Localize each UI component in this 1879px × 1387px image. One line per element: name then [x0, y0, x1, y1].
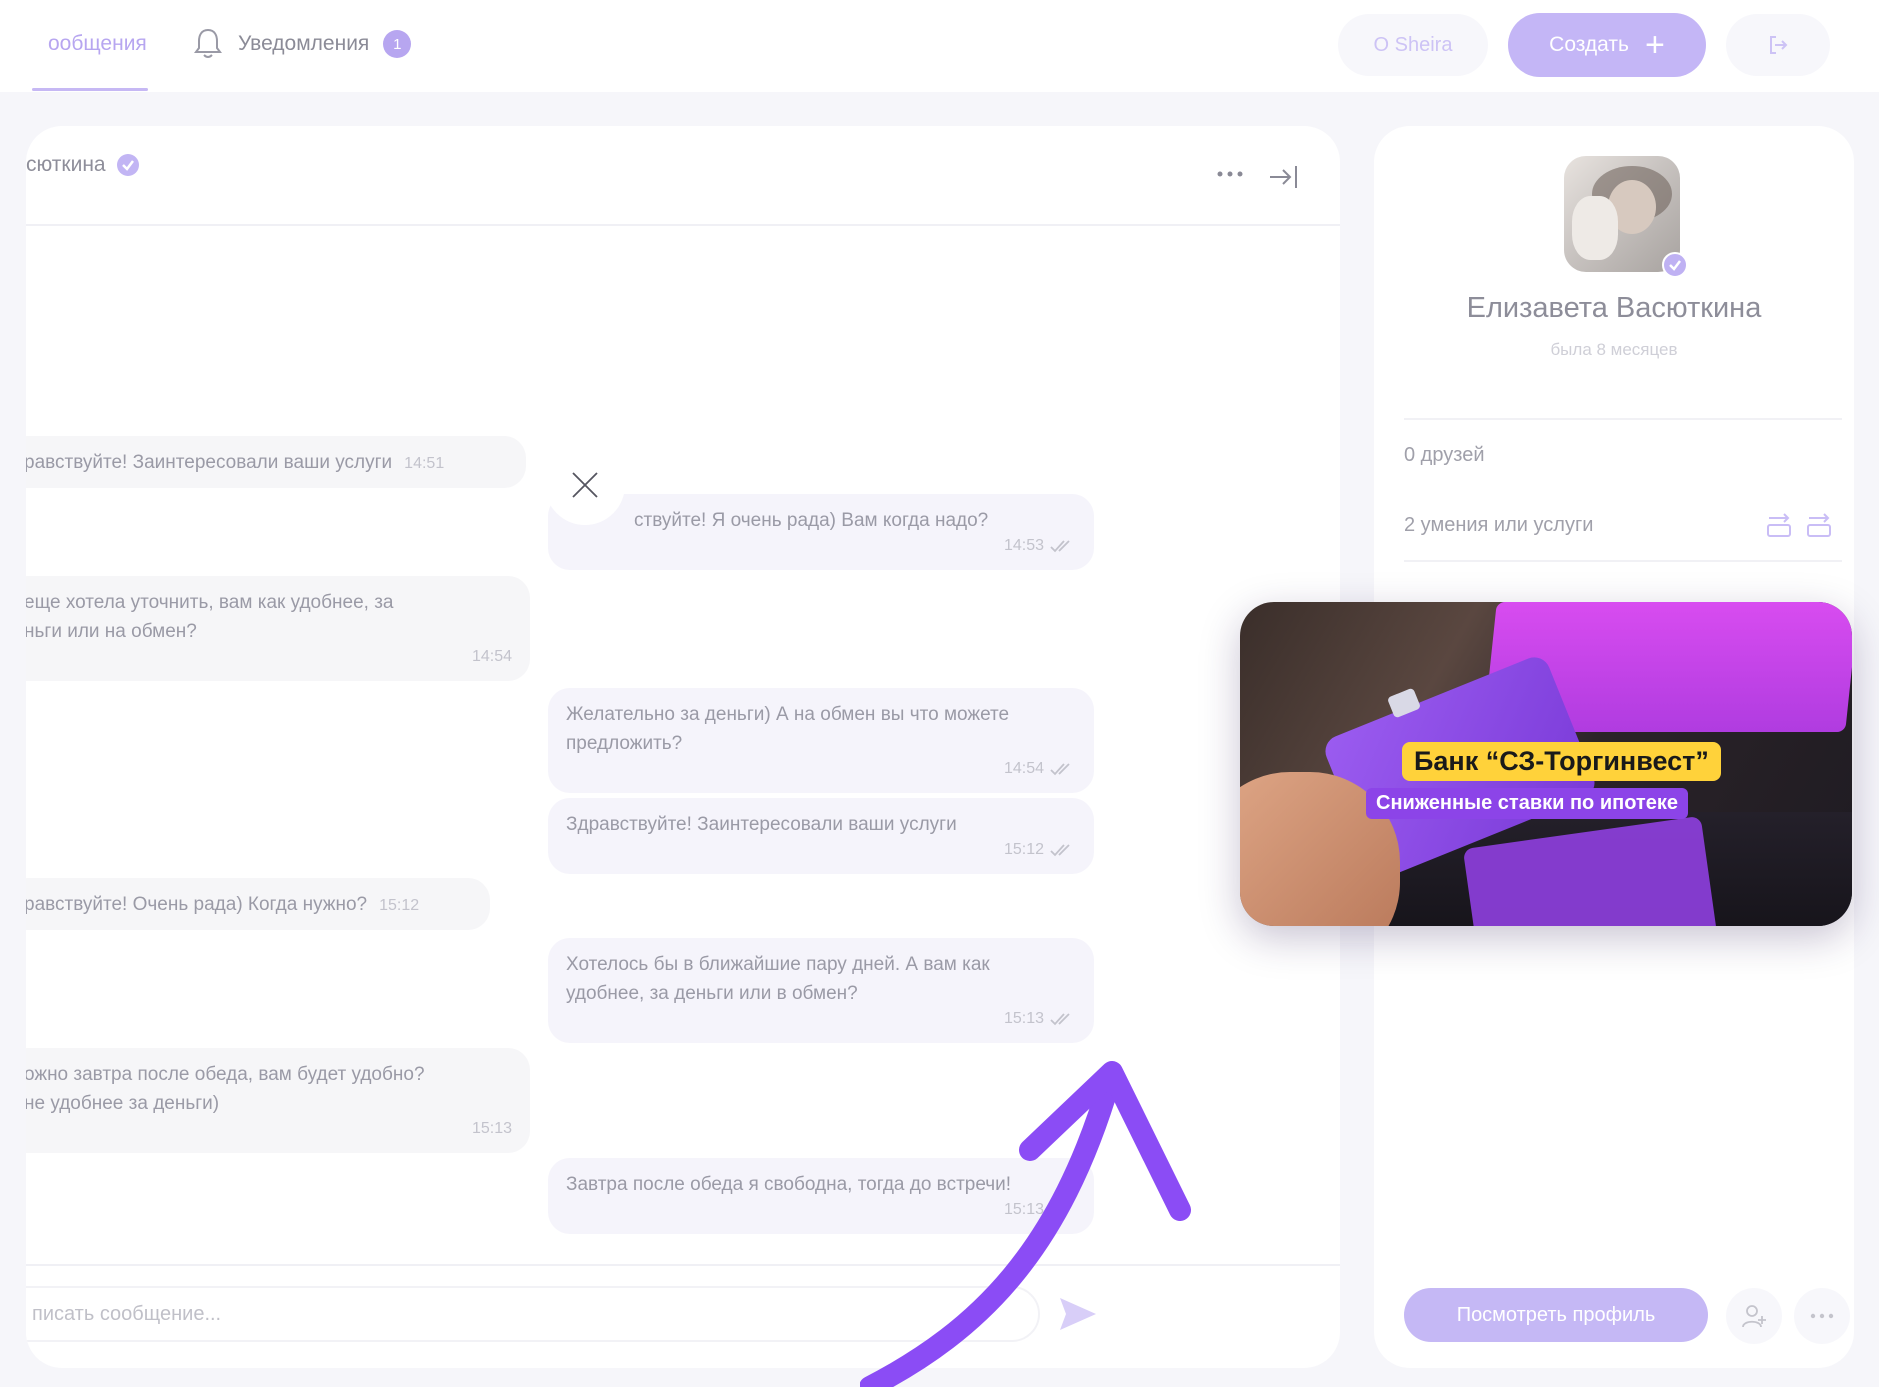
message-time: 14:53: [1003, 537, 1044, 554]
profile-last-seen: была 8 месяцев: [1550, 340, 1678, 359]
create-button[interactable]: Создать +: [1508, 13, 1706, 77]
chat-header-divider: [26, 224, 1340, 226]
collapse-panel-icon[interactable]: [1266, 162, 1302, 192]
message-text: равствуйте! Заинтересовали ваши услуги: [26, 452, 393, 473]
about-button[interactable]: О Sheira: [1338, 14, 1488, 76]
chat-contact-name: сюткина: [26, 153, 106, 176]
promo-banner[interactable]: Банк “СЗ-Торгинвест” Сниженные ставки по…: [1240, 602, 1852, 926]
bell-icon: [194, 28, 222, 58]
message-incoming[interactable]: равствуйте! Очень рада) Когда нужно? 15:1…: [26, 878, 490, 930]
read-checkmarks-icon: [1050, 843, 1070, 856]
close-icon: [572, 472, 598, 498]
more-options-icon[interactable]: [1212, 162, 1248, 186]
arrow-annotation: [860, 1061, 1191, 1387]
message-time: 14:54: [1003, 760, 1044, 777]
message-text: Желательно за деньги) А на обмен вы что …: [566, 704, 1010, 725]
view-profile-button[interactable]: Посмотреть профиль: [1404, 1288, 1708, 1342]
message-time: 14:54: [471, 648, 512, 665]
message-incoming[interactable]: еще хотела уточнить, вам как удобнее, за…: [26, 576, 530, 681]
message-outgoing[interactable]: Здравствуйте! Заинтересовали ваши услуги…: [548, 798, 1094, 874]
plus-icon: +: [1644, 26, 1665, 64]
promo-title: Банк “СЗ-Торгинвест”: [1402, 742, 1721, 781]
profile-name: Елизавета Васюткина: [1466, 292, 1762, 324]
profile-more-button[interactable]: [1794, 1288, 1850, 1344]
logout-icon: [1770, 36, 1788, 54]
exchange-icon[interactable]: [1804, 510, 1834, 540]
friends-count[interactable]: 0 друзей: [1404, 444, 1485, 467]
chat-header[interactable]: сюткина: [26, 153, 140, 177]
message-outgoing[interactable]: ствуйте! Я очень рада) Вам когда надо? 1…: [548, 494, 1094, 570]
more-options-icon: [1810, 1313, 1834, 1319]
tab-active-indicator: [32, 88, 148, 91]
message-time: 15:13: [1003, 1010, 1044, 1027]
top-bar: ообщения Уведомления 1 О Sheira Создать …: [0, 0, 1879, 92]
exchange-icon[interactable]: [1764, 510, 1794, 540]
notifications-badge: 1: [383, 30, 412, 58]
message-outgoing[interactable]: Хотелось бы в ближайшие пару дней. А вам…: [548, 938, 1094, 1043]
tab-messages[interactable]: ообщения: [48, 32, 147, 56]
message-text: Хотелось бы в ближайшие пару дней. А вам…: [566, 954, 990, 975]
message-time: 14:51: [404, 455, 445, 472]
add-friend-button[interactable]: [1726, 1288, 1782, 1344]
profile-divider: [1404, 418, 1842, 420]
read-checkmarks-icon: [1050, 539, 1070, 552]
read-checkmarks-icon: [1050, 1012, 1070, 1025]
skills-count[interactable]: 2 умения или услуги: [1404, 514, 1593, 537]
logout-button[interactable]: [1726, 14, 1830, 76]
message-time: 15:13: [471, 1120, 512, 1137]
message-incoming[interactable]: равствуйте! Заинтересовали ваши услуги 14…: [26, 436, 526, 488]
add-user-icon: [1742, 1305, 1766, 1328]
tab-notifications[interactable]: Уведомления 1: [192, 26, 412, 62]
read-checkmarks-icon: [1050, 762, 1070, 775]
verified-icon: [1662, 252, 1688, 278]
message-outgoing[interactable]: Желательно за деньги) А на обмен вы что …: [548, 688, 1094, 793]
message-text: еще хотела уточнить, вам как удобнее, за: [26, 592, 394, 613]
close-button[interactable]: [545, 445, 625, 525]
profile-divider: [1404, 560, 1842, 562]
message-incoming[interactable]: ожно завтра после обеда, вам будет удобн…: [26, 1048, 530, 1153]
promo-subtitle: Сниженные ставки по ипотеке: [1366, 788, 1688, 819]
message-time: 15:12: [379, 897, 420, 914]
tab-notifications-label: Уведомления: [238, 32, 370, 55]
message-text: равствуйте! Очень рада) Когда нужно?: [26, 894, 368, 915]
create-button-label: Создать: [1549, 33, 1629, 56]
verified-icon: [116, 154, 139, 176]
message-text: ожно завтра после обеда, вам будет удобн…: [26, 1064, 425, 1085]
message-time: 15:12: [1003, 841, 1044, 858]
skill-icons: [1764, 510, 1834, 540]
